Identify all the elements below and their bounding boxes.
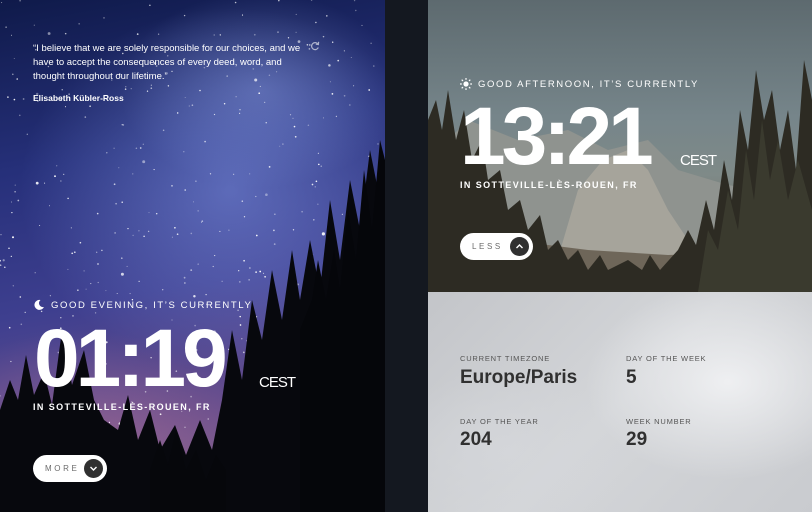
afternoon-clock-panel: GOOD AFTERNOON, IT’S CURRENTLY 13:21 CES… [428, 0, 812, 292]
week-number-value: 29 [626, 429, 648, 450]
chevron-down-icon [84, 459, 103, 478]
day-of-year-label: DAY OF THE YEAR [460, 417, 539, 426]
timezone-label: CURRENT TIMEZONE [460, 354, 551, 363]
more-button-label: MORE [45, 464, 80, 473]
details-panel: CURRENT TIMEZONE Europe/Paris DAY OF THE… [428, 292, 812, 512]
day-of-year-value: 204 [460, 429, 492, 450]
refresh-icon[interactable] [310, 41, 320, 51]
evening-greeting-text: GOOD EVENING, IT’S CURRENTLY [51, 299, 253, 311]
more-button[interactable]: MORE [33, 455, 107, 482]
afternoon-greeting: GOOD AFTERNOON, IT’S CURRENTLY [460, 78, 699, 90]
panel-divider [385, 0, 428, 512]
chevron-up-icon [510, 237, 529, 256]
week-number-label: WEEK NUMBER [626, 417, 692, 426]
evening-clock-panel: “I believe that we are solely responsibl… [0, 0, 385, 512]
quote-text: “I believe that we are solely responsibl… [33, 43, 301, 82]
sun-icon [460, 78, 472, 90]
quote-author: Elisabeth Kübler-Ross [33, 93, 124, 103]
afternoon-location: IN SOTTEVILLE-LÈS-ROUEN, FR [460, 180, 638, 190]
evening-location: IN SOTTEVILLE-LÈS-ROUEN, FR [33, 402, 211, 412]
less-button-label: LESS [472, 242, 503, 251]
evening-time: 01:19 [34, 313, 228, 404]
afternoon-timezone: CEST [680, 152, 717, 169]
day-of-week-label: DAY OF THE WEEK [626, 354, 707, 363]
day-of-week-value: 5 [626, 367, 637, 388]
timezone-value: Europe/Paris [460, 367, 578, 388]
evening-greeting: GOOD EVENING, IT’S CURRENTLY [33, 299, 252, 311]
afternoon-greeting-text: GOOD AFTERNOON, IT’S CURRENTLY [478, 78, 699, 90]
less-button[interactable]: LESS [460, 233, 533, 260]
moon-icon [34, 299, 44, 310]
evening-timezone: CEST [259, 374, 296, 391]
afternoon-time: 13:21 [460, 91, 654, 182]
